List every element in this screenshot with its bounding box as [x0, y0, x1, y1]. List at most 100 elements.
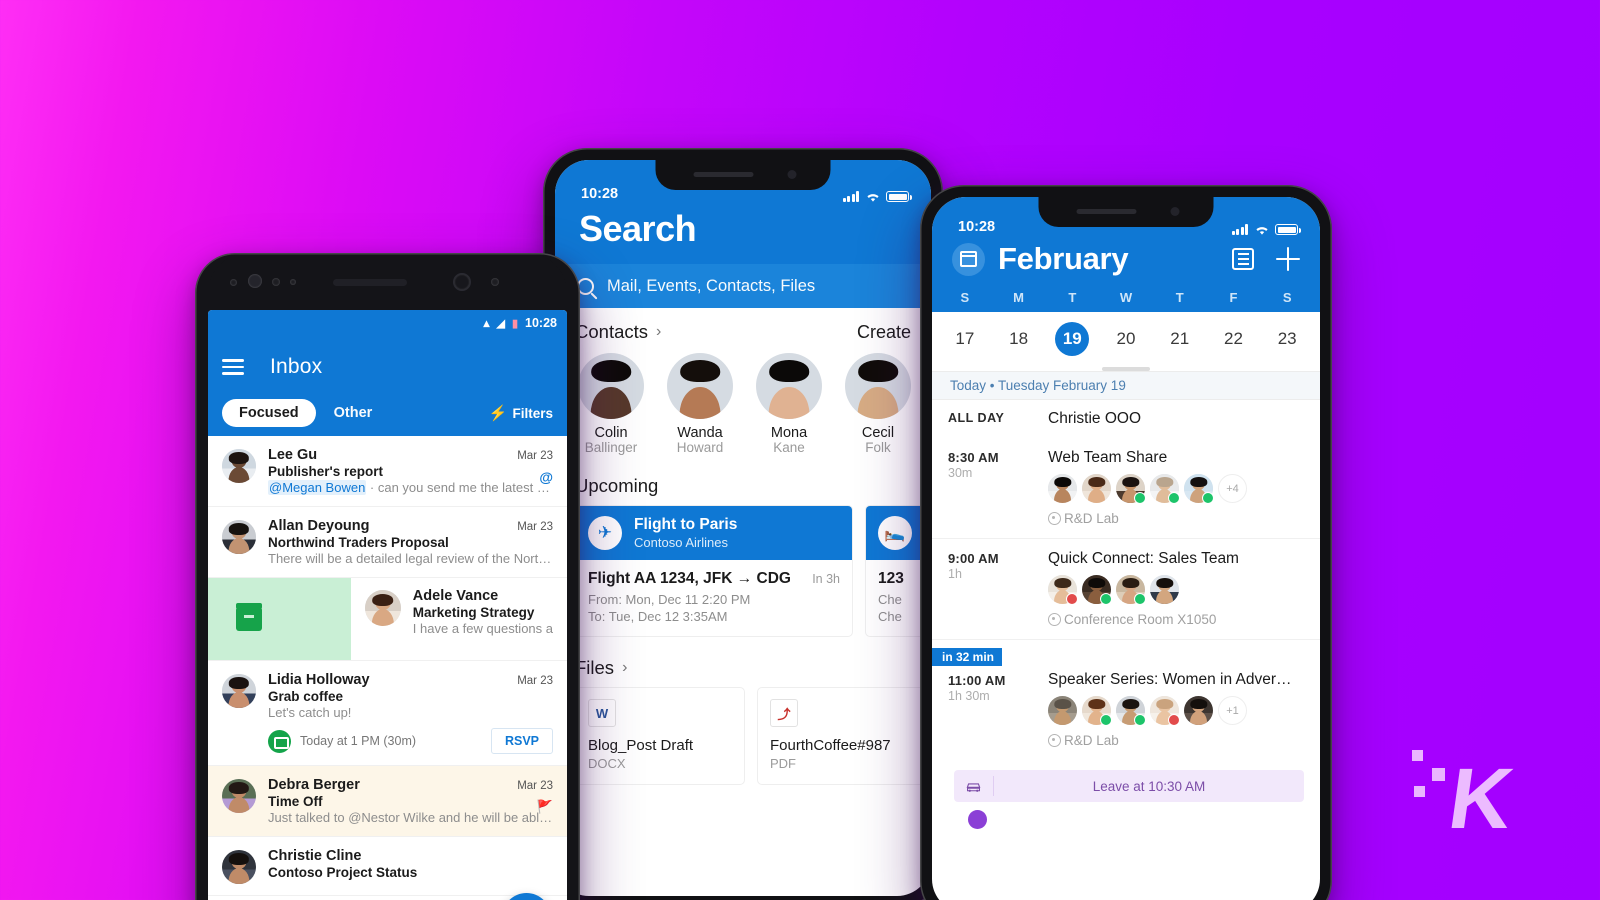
dow-label: T — [1068, 290, 1077, 305]
attendee-avatar[interactable] — [1082, 575, 1112, 605]
attendee-avatar[interactable] — [1048, 696, 1077, 725]
contact-card[interactable]: Mona Kane — [753, 353, 825, 455]
search-page-title: Search — [579, 208, 697, 249]
archive-action[interactable] — [208, 578, 351, 660]
dow-label: T — [1175, 290, 1184, 305]
status-time: 10:28 — [525, 316, 557, 330]
contact-last-name: Ballinger — [584, 440, 638, 455]
event-duration: 30m — [948, 466, 973, 480]
dow-label: M — [1013, 290, 1024, 305]
accepted-badge-icon — [1100, 593, 1112, 605]
date-cell[interactable]: 20 — [1109, 322, 1143, 356]
attendee-avatar[interactable] — [1150, 696, 1180, 726]
sensor-dot-4 — [491, 278, 499, 286]
mail-preview: @Megan Bowen · can you send me the lates… — [268, 480, 553, 495]
travel-time-banner[interactable]: Leave at 10:30 AM — [954, 770, 1304, 802]
status-time: 10:28 — [581, 186, 619, 202]
event-quick-connect-sales-team[interactable]: 9:00 AM 1h Quick Connect: Sales Team Con… — [932, 539, 1320, 640]
attendee-avatar[interactable] — [1150, 474, 1180, 504]
mail-item-lee-gu[interactable]: Lee Gu Mar 23 Publisher's report @Megan … — [208, 436, 567, 507]
attendee-avatar[interactable] — [1116, 696, 1146, 726]
tab-other[interactable]: Other — [334, 405, 373, 421]
attendee-avatar[interactable] — [1082, 696, 1112, 726]
contacts-section-header[interactable]: Contacts › Create — [555, 308, 931, 351]
date-cell[interactable]: 18 — [1002, 322, 1036, 356]
preview-text: · can you send me the latest publi... — [369, 480, 553, 495]
tab-focused[interactable]: Focused — [222, 399, 316, 427]
agenda-view-icon[interactable] — [1232, 248, 1254, 270]
flight-detail: Flight AA 1234, JFK → CDG — [588, 570, 791, 587]
search-placeholder: Mail, Events, Contacts, Files — [607, 276, 816, 295]
attendee-avatar[interactable] — [1116, 575, 1146, 605]
create-contact-button[interactable]: Create — [857, 322, 911, 343]
attendee-avatar[interactable] — [1048, 575, 1078, 605]
attendees-row — [1048, 575, 1306, 605]
attendee-avatar[interactable] — [1184, 474, 1214, 504]
contact-card[interactable]: Wanda Howard — [664, 353, 736, 455]
date-cell[interactable]: 21 — [1163, 322, 1197, 356]
mail-item-debra-berger[interactable]: Debra Berger Mar 23 Time Off Just talked… — [208, 766, 567, 837]
mail-item-lidia-holloway[interactable]: Lidia Holloway Mar 23 Grab coffee Let's … — [208, 661, 567, 766]
attendee-avatar[interactable] — [1082, 474, 1111, 503]
attendee-avatar[interactable] — [1150, 575, 1179, 604]
android-phone-frame: ▴ ◢ ▮ 10:28 Inbox Focused Other ⚡ Filter… — [195, 253, 580, 900]
attendee-avatar[interactable] — [1048, 474, 1077, 503]
file-card[interactable]: ⤴ FourthCoffee#987 PDF — [757, 687, 927, 785]
upcoming-section-header: Upcoming — [555, 459, 931, 505]
filters-button[interactable]: ⚡ Filters — [489, 404, 553, 422]
status-time: 10:28 — [958, 219, 996, 235]
travel-time-text: Leave at 10:30 AM — [1092, 778, 1206, 794]
avatar — [222, 449, 256, 483]
date-cell[interactable]: 23 — [1270, 322, 1304, 356]
upcoming-card-flight[interactable]: ✈ Flight to Paris Contoso Airlines Fligh… — [575, 505, 853, 637]
mail-item-adele-vance-swiped[interactable]: Adele Vance Marketing Strategy I have a … — [208, 578, 567, 661]
event-time: ALL DAY — [948, 411, 1005, 425]
contact-card[interactable]: Colin Ballinger — [575, 353, 647, 455]
files-section-header[interactable]: Files › — [555, 637, 931, 687]
avatar — [578, 353, 644, 419]
upcoming-subtitle: Contoso Airlines — [634, 535, 728, 550]
dow-label: F — [1229, 290, 1238, 305]
signal-icon: ◢ — [496, 317, 505, 330]
knowtechie-logo: K — [1402, 728, 1522, 848]
attendee-avatar[interactable] — [1184, 696, 1213, 725]
rsvp-row: Today at 1 PM (30m) RSVP — [268, 728, 553, 754]
sensor-dot — [230, 279, 237, 286]
event-speaker-series[interactable]: in 32 min 11:00 AM 1h 30m Speaker Series… — [932, 640, 1320, 760]
month-title[interactable]: February — [998, 241, 1129, 277]
attendee-avatar[interactable] — [1116, 474, 1146, 504]
contact-last-name: Kane — [773, 440, 805, 455]
accepted-badge-icon — [1202, 492, 1214, 504]
event-title: Speaker Series: Women in Adver… — [1048, 671, 1292, 688]
section-title: Contacts — [575, 321, 649, 342]
calendar-icon[interactable] — [952, 242, 985, 276]
avatar — [222, 674, 256, 708]
date-cell[interactable]: 17 — [948, 322, 982, 356]
plus-icon[interactable] — [1276, 247, 1300, 271]
attendee-overflow-count[interactable]: +1 — [1218, 696, 1247, 725]
mention-token: @Megan Bowen — [268, 480, 367, 495]
search-input[interactable]: Mail, Events, Contacts, Files — [555, 264, 931, 308]
contact-first-name: Wanda — [677, 425, 723, 441]
attendee-overflow-count[interactable]: +4 — [1218, 474, 1247, 503]
dow-label: W — [1119, 290, 1133, 305]
mail-item-allan-deyoung[interactable]: Allan Deyoung Mar 23 Northwind Traders P… — [208, 507, 567, 578]
avatar — [756, 353, 822, 419]
hamburger-icon[interactable] — [222, 359, 244, 375]
declined-badge-icon — [1066, 593, 1078, 605]
date-cell-selected[interactable]: 19 — [1055, 322, 1090, 356]
contact-card[interactable]: Cecil Folk — [842, 353, 914, 455]
rsvp-time: Today at 1 PM (30m) — [300, 734, 417, 748]
mail-item-christie-cline[interactable]: Christie Cline Contoso Project Status — [208, 837, 567, 896]
front-camera-icon — [1170, 207, 1180, 216]
event-christie-ooo[interactable]: ALL DAY Christie OOO — [932, 400, 1320, 438]
mail-subject: Marketing Strategy — [412, 605, 535, 620]
rsvp-button[interactable]: RSVP — [490, 728, 553, 754]
calendar-invite-icon — [268, 729, 291, 753]
flag-icon[interactable]: 🚩 — [537, 799, 553, 815]
event-web-team-share[interactable]: 8:30 AM 30m Web Team Share +4 R&D Lab — [932, 438, 1320, 539]
file-card[interactable]: W Blog_Post Draft DOCX — [575, 687, 745, 785]
location-text: Conference Room X1050 — [1064, 612, 1217, 627]
logo-pixel-square — [1412, 750, 1423, 761]
date-cell[interactable]: 22 — [1216, 322, 1250, 356]
